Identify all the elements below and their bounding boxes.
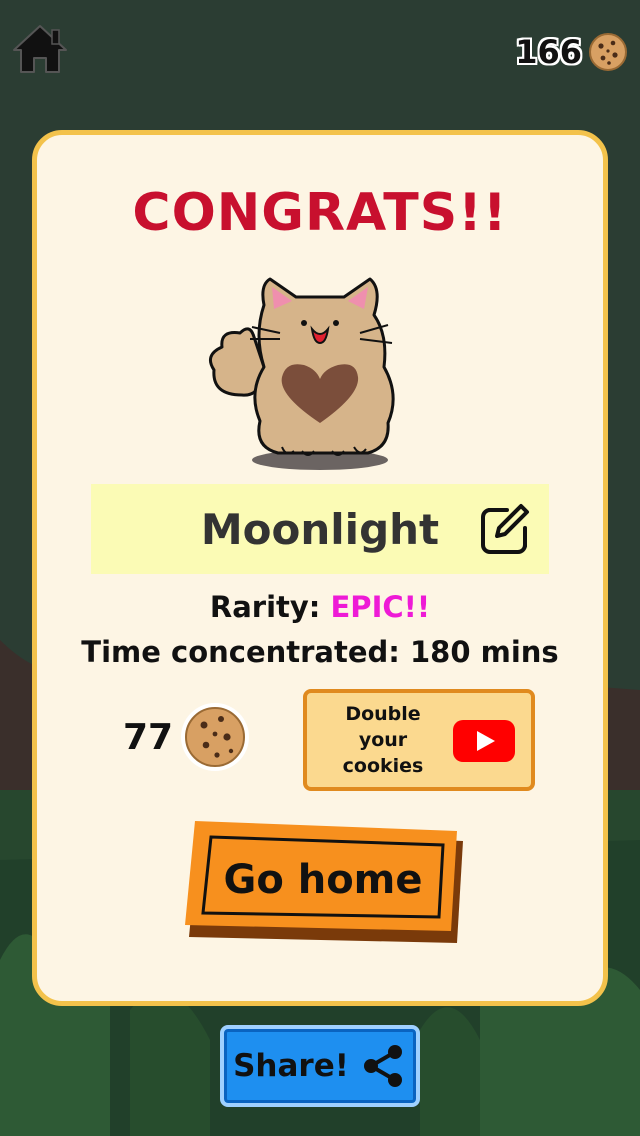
rarity-line: Rarity: EPIC!!	[37, 590, 603, 624]
double-cookies-line2: cookies	[342, 755, 424, 777]
cookie-reward: 77	[123, 701, 251, 773]
result-card: CONGRATS!! Moonlight Rarity: EPIC!! Time…	[32, 130, 608, 1006]
double-cookies-line1: Double your	[345, 703, 421, 751]
cookie-count: 166	[515, 33, 582, 71]
home-icon[interactable]	[10, 20, 70, 76]
share-button[interactable]: Share!	[220, 1025, 420, 1107]
youtube-play-icon	[453, 720, 515, 762]
edit-icon[interactable]	[479, 502, 533, 556]
cookie-icon	[181, 703, 250, 771]
double-cookies-label: Double your cookies	[319, 701, 447, 779]
cat-pet-illustration	[208, 277, 395, 470]
go-home-label: Go home	[223, 857, 422, 903]
time-concentrated: Time concentrated: 180 mins	[81, 635, 559, 669]
congrats-title: CONGRATS!!	[132, 183, 508, 243]
rarity-value: EPIC!!	[330, 590, 431, 624]
reward-amount: 77	[123, 716, 174, 758]
pet-name-box: Moonlight	[91, 484, 549, 574]
cookie-icon	[589, 33, 627, 71]
rarity-label: Rarity:	[209, 590, 331, 624]
go-home-button[interactable]: Go home	[185, 819, 465, 943]
share-icon	[363, 1045, 402, 1087]
share-label: Share!	[233, 1048, 349, 1084]
top-bar: 166	[0, 0, 640, 100]
double-cookies-button[interactable]: Double your cookies	[303, 689, 535, 791]
pet-name: Moonlight	[200, 504, 440, 554]
cookie-counter: 166	[515, 30, 628, 74]
